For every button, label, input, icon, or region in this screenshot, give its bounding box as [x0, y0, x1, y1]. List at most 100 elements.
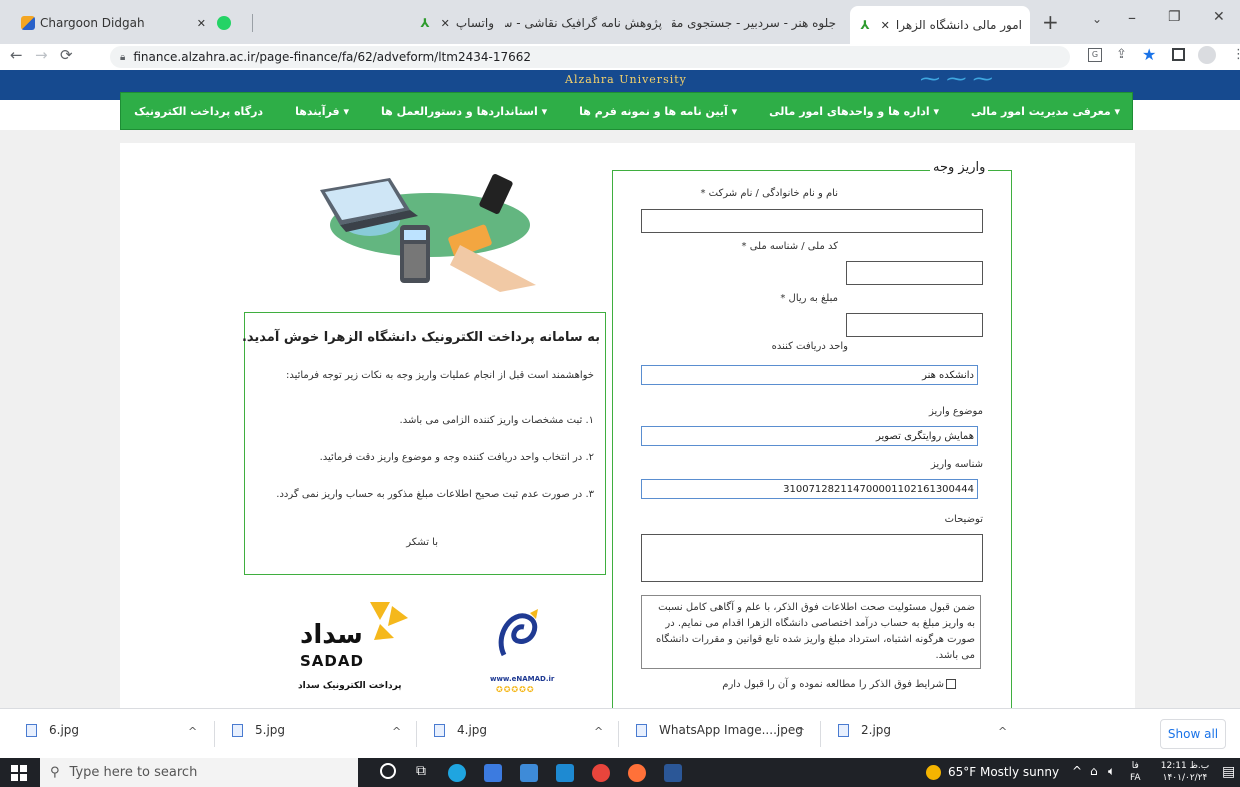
- sadad-logo[interactable]: سداد SADAD پرداخت الکترونیک سداد: [296, 598, 436, 698]
- header-logo-calligraphy: ⁓ ⁓ ⁓: [920, 66, 993, 90]
- amount-input[interactable]: [846, 313, 983, 337]
- enamad-caption: www.eNAMAD.ir: [490, 675, 555, 683]
- bookmark-star-icon[interactable]: ★: [1142, 45, 1156, 64]
- translate-icon[interactable]: G: [1088, 48, 1102, 62]
- task-view-icon[interactable]: ⧉: [416, 763, 426, 779]
- store-icon[interactable]: [520, 764, 538, 782]
- chevron-up-icon[interactable]: ^: [188, 725, 197, 738]
- close-window-icon[interactable]: ✕: [1213, 9, 1225, 25]
- tab-separator: [252, 14, 253, 32]
- divider: [820, 721, 821, 747]
- share-icon[interactable]: ⇪: [1116, 47, 1127, 62]
- tray-chevron-up-icon[interactable]: ^: [1072, 764, 1082, 778]
- chrome-icon[interactable]: [592, 764, 610, 782]
- national-id-label: کد ملی / شناسه ملی *: [741, 241, 838, 252]
- forward-icon[interactable]: →: [35, 46, 48, 64]
- tab-whatsapp[interactable]: واتساپ ✕ ⅄: [372, 8, 502, 38]
- name-input[interactable]: [641, 209, 983, 233]
- deposit-id-input[interactable]: 310071282114700001102161300444: [641, 479, 978, 499]
- address-bar[interactable]: 🔒︎ finance.alzahra.ac.ir/page-finance/fa…: [110, 46, 1070, 68]
- clock[interactable]: 12:11 ب.ظ ۱۴۰۱/۰۲/۲۴: [1160, 760, 1210, 784]
- file-explorer-icon[interactable]: [484, 764, 502, 782]
- show-all-downloads-button[interactable]: Show all: [1160, 719, 1226, 749]
- nav-item-reports[interactable]: گزارشات ▾: [43, 105, 118, 118]
- welcome-box: [244, 312, 606, 575]
- close-icon[interactable]: ✕: [881, 19, 890, 32]
- national-id-input[interactable]: [846, 261, 983, 285]
- cortana-icon[interactable]: [380, 763, 396, 779]
- sadad-en-text: SADAD: [300, 652, 364, 670]
- chevron-up-icon[interactable]: ^: [998, 725, 1007, 738]
- download-item[interactable]: 5.jpg: [232, 723, 285, 737]
- new-tab-button[interactable]: +: [1042, 10, 1059, 34]
- windows-start-icon[interactable]: [11, 765, 27, 781]
- form-legend: واریز وجه: [930, 160, 989, 175]
- tab-title: جلوه هنر - سردبیر - جستجوی مقالا: [672, 16, 836, 30]
- nav-item-regulations[interactable]: آیین نامه ها و نمونه فرم ها ▾: [563, 105, 737, 118]
- weather-sun-icon: [926, 765, 941, 780]
- divider: [416, 721, 417, 747]
- taskbar-search-input[interactable]: ⚲ Type here to search: [40, 758, 358, 787]
- enamad-stars-icon: ✪✪✪✪✪: [496, 685, 535, 694]
- tab-search-icon[interactable]: ⌄: [1092, 12, 1102, 26]
- close-icon[interactable]: ✕: [197, 17, 206, 30]
- whatsapp-icon: [217, 16, 231, 30]
- url-text: finance.alzahra.ac.ir/page-finance/fa/62…: [133, 50, 531, 64]
- word-icon[interactable]: [664, 764, 682, 782]
- receiver-label: واحد دریافت کننده: [771, 341, 848, 352]
- enamad-mark-icon: [498, 609, 538, 657]
- notification-icon[interactable]: ▤: [1222, 764, 1235, 780]
- close-icon[interactable]: ✕: [441, 17, 450, 30]
- back-icon[interactable]: ←: [10, 46, 23, 64]
- chevron-up-icon[interactable]: ^: [594, 725, 603, 738]
- mail-icon[interactable]: [556, 764, 574, 782]
- downloads-bar: 6.jpg ^ 5.jpg ^ 4.jpg ^ WhatsApp Image..…: [0, 708, 1240, 758]
- weather-text[interactable]: 65°F Mostly sunny: [948, 765, 1059, 779]
- side-panel-icon[interactable]: [1172, 48, 1185, 61]
- tab-jelve-honar[interactable]: جلوه هنر - سردبیر - جستجوی مقالا ✕ ⅄: [672, 8, 844, 38]
- receiver-select[interactable]: دانشکده هنر: [641, 365, 978, 385]
- file-icon: [232, 723, 243, 737]
- profile-avatar-icon[interactable]: [1198, 46, 1216, 64]
- nav-item-offices[interactable]: اداره ها و واحدهای امور مالی ▾: [753, 105, 939, 118]
- minimize-icon[interactable]: –: [1128, 8, 1136, 27]
- chevron-up-icon[interactable]: ^: [392, 725, 401, 738]
- download-item[interactable]: 2.jpg: [838, 723, 891, 737]
- amount-label: مبلغ به ریال *: [780, 293, 838, 304]
- edge-icon[interactable]: [448, 764, 466, 782]
- restore-icon[interactable]: ❐: [1168, 9, 1181, 25]
- terms-textarea[interactable]: ضمن قبول مسئولیت صحت اطلاعات فوق الذکر، …: [641, 595, 981, 669]
- tab-title: پژوهش نامه گرافیک نقاشی - سردبیر: [505, 16, 662, 30]
- language-indicator[interactable]: فا FA: [1130, 760, 1141, 784]
- site-favicon-icon: ⅄: [420, 16, 430, 30]
- volume-icon[interactable]: 🔈︎: [1108, 764, 1115, 779]
- enamad-logo[interactable]: www.eNAMAD.ir ✪✪✪✪✪: [486, 605, 556, 695]
- download-item[interactable]: 6.jpg: [26, 723, 79, 737]
- tab-amoor-mali[interactable]: امور مالی دانشگاه الزهرا ✕ ⅄: [850, 6, 1030, 44]
- file-icon: [434, 723, 445, 737]
- reload-icon[interactable]: ⟳: [60, 46, 73, 64]
- firefox-icon[interactable]: [628, 764, 646, 782]
- agree-checkbox[interactable]: [946, 679, 956, 689]
- nav-item-standards[interactable]: استانداردها و دستورالعمل ها ▾: [365, 105, 547, 118]
- divider: [214, 721, 215, 747]
- name-label: نام و نام خانوادگی / نام شرکت *: [700, 188, 839, 199]
- notes-textarea[interactable]: [641, 534, 983, 582]
- nav-item-payment-gateway[interactable]: درگاه پرداخت الکترونیک: [134, 105, 263, 118]
- more-menu-icon[interactable]: ⋮: [1232, 47, 1240, 62]
- download-item[interactable]: 4.jpg: [434, 723, 487, 737]
- download-item[interactable]: WhatsApp Image....jpeg: [636, 723, 803, 737]
- chevron-up-icon[interactable]: ^: [796, 725, 805, 738]
- search-icon: ⚲: [50, 765, 60, 780]
- network-icon[interactable]: ⌂: [1090, 764, 1098, 778]
- welcome-thanks: با تشکر: [406, 537, 438, 548]
- nav-item-processes[interactable]: فرآیندها ▾: [279, 105, 349, 118]
- nav-item-intro[interactable]: معرفی مدیریت امور مالی ▾: [955, 105, 1120, 118]
- tab-chargoon[interactable]: Chargoon Didgah ✕: [8, 8, 244, 38]
- file-icon: [838, 723, 849, 737]
- tab-pajouhesh[interactable]: پژوهش نامه گرافیک نقاشی - سردبیر ✕ ⅄: [505, 8, 670, 38]
- deposit-id-label: شناسه واریز: [930, 459, 983, 470]
- subject-select[interactable]: همایش روایتگری تصویر: [641, 426, 978, 446]
- welcome-title: به سامانه پرداخت الکترونیک دانشگاه الزهر…: [241, 330, 600, 345]
- tab-title: امور مالی دانشگاه الزهرا: [895, 18, 1022, 32]
